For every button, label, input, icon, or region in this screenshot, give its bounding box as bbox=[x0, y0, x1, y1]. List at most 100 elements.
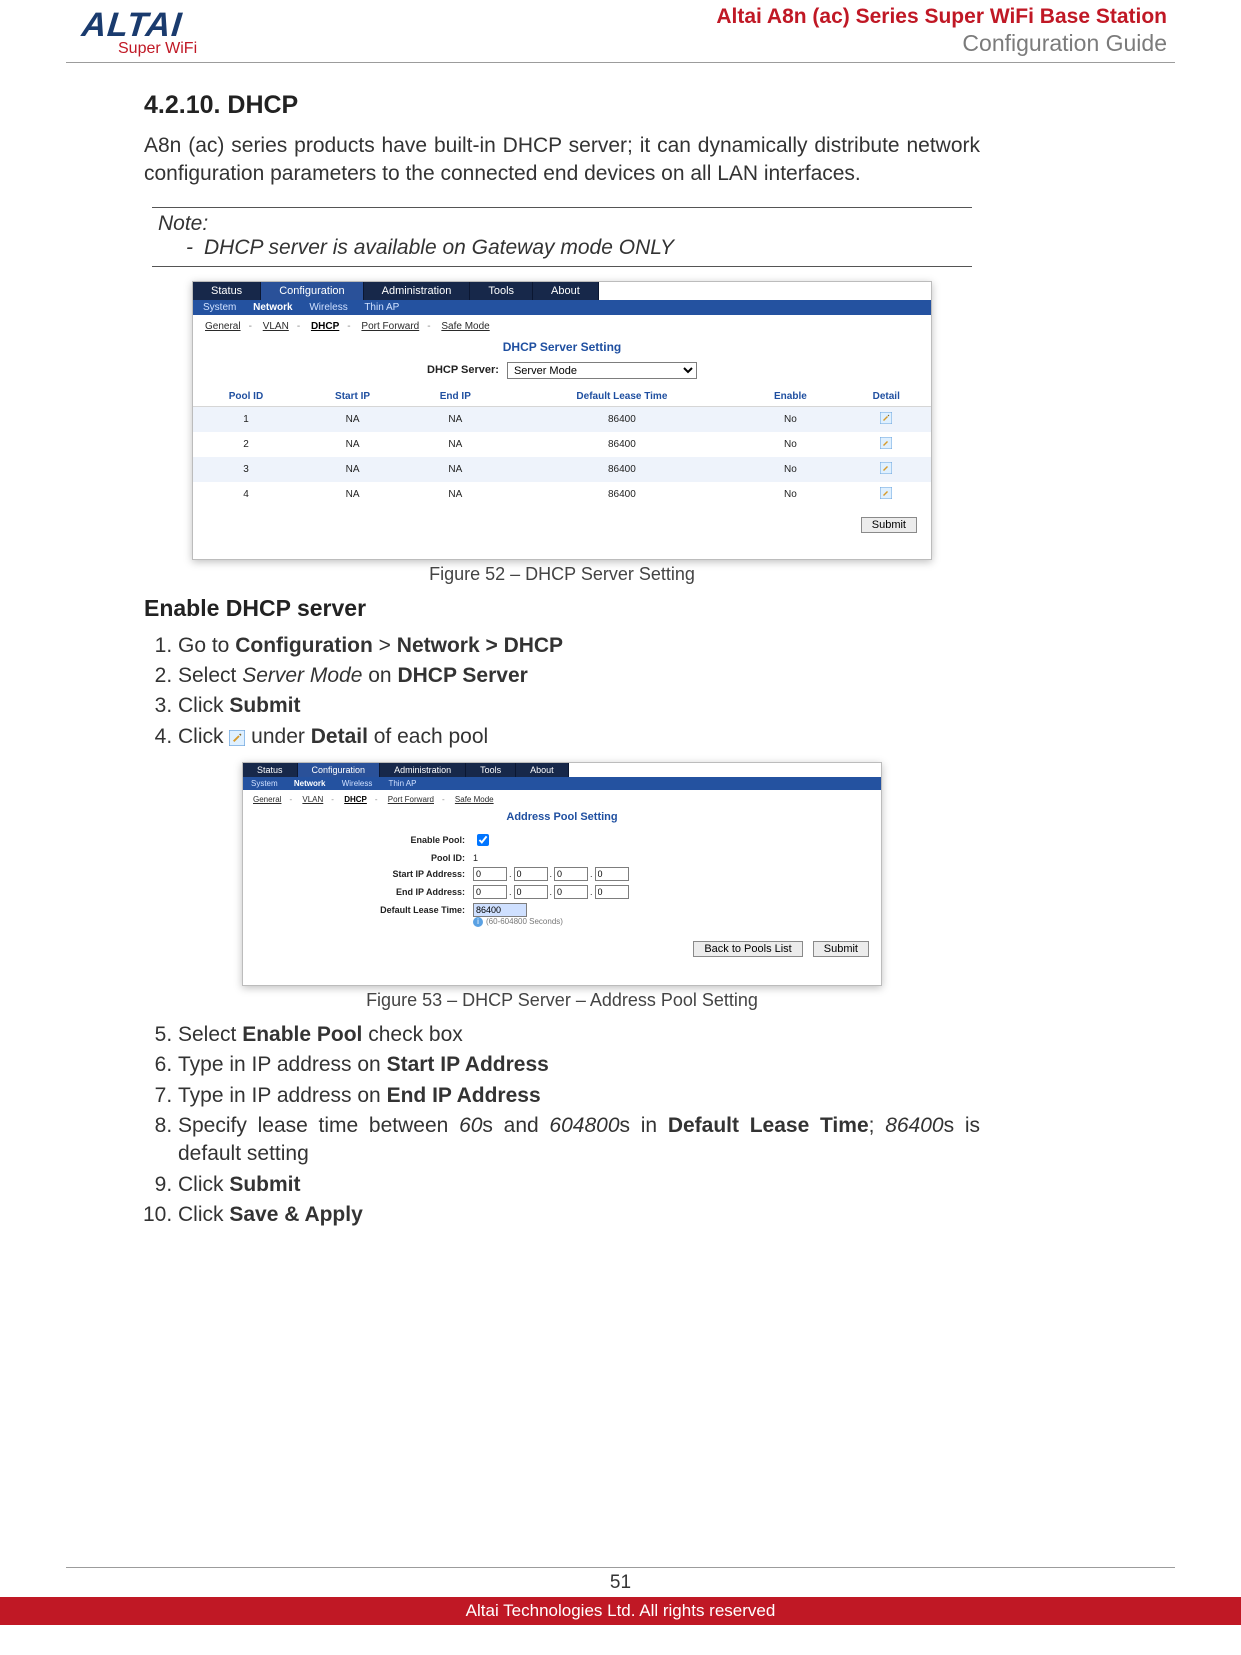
tab-configuration[interactable]: Configuration bbox=[261, 282, 363, 300]
edit-icon bbox=[229, 726, 245, 754]
lease-hint: i(60-604800 Seconds) bbox=[243, 917, 881, 927]
subnav-wireless[interactable]: Wireless bbox=[342, 779, 373, 788]
dhcp-server-row: DHCP Server: Server Mode bbox=[193, 360, 931, 387]
edit-icon[interactable] bbox=[880, 437, 892, 452]
tab-about[interactable]: About bbox=[533, 282, 599, 300]
doc-title: Altai A8n (ac) Series Super WiFi Base St… bbox=[716, 2, 1175, 58]
tab-status[interactable]: Status bbox=[243, 763, 298, 777]
page-header: ALTAI Super WiFi Altai A8n (ac) Series S… bbox=[66, 0, 1175, 63]
lease-input[interactable] bbox=[473, 903, 527, 917]
th-startip: Start IP bbox=[299, 387, 406, 407]
doc-title-line1: Altai A8n (ac) Series Super WiFi Base St… bbox=[716, 4, 1167, 30]
tab-tools[interactable]: Tools bbox=[466, 763, 516, 777]
enable-pool-label: Enable Pool: bbox=[243, 835, 473, 845]
step-8: Specify lease time between 60s and 60480… bbox=[178, 1112, 980, 1169]
crumb-safemode[interactable]: Safe Mode bbox=[441, 321, 489, 332]
start-ip-label: Start IP Address: bbox=[243, 869, 473, 879]
page-footer: 51 Altai Technologies Ltd. All rights re… bbox=[0, 1567, 1241, 1625]
table-row: 1 NA NA 86400 No bbox=[193, 406, 931, 432]
tab-tools[interactable]: Tools bbox=[470, 282, 533, 300]
crumb-vlan[interactable]: VLAN bbox=[302, 795, 323, 804]
pool-id-label: Pool ID: bbox=[243, 853, 473, 863]
crumb-portforward[interactable]: Port Forward bbox=[388, 795, 434, 804]
pool-id-value: 1 bbox=[473, 853, 881, 863]
fig53-panel: Status Configuration Administration Tool… bbox=[242, 762, 882, 986]
start-ip-3[interactable] bbox=[554, 867, 588, 881]
step-6: Type in IP address on Start IP Address bbox=[178, 1051, 980, 1079]
end-ip-1[interactable] bbox=[473, 885, 507, 899]
subnav-thinap[interactable]: Thin AP bbox=[388, 779, 416, 788]
note-label: Note: bbox=[158, 212, 966, 236]
lease-label: Default Lease Time: bbox=[243, 905, 473, 915]
crumb-dhcp[interactable]: DHCP bbox=[344, 795, 367, 804]
th-detail: Detail bbox=[841, 387, 931, 407]
content: 4.2.10. DHCP A8n (ac) series products ha… bbox=[144, 63, 980, 1229]
subnav-wireless[interactable]: Wireless bbox=[309, 302, 347, 313]
start-ip-2[interactable] bbox=[514, 867, 548, 881]
th-endip: End IP bbox=[406, 387, 504, 407]
doc-title-line2: Configuration Guide bbox=[716, 30, 1167, 58]
end-ip-4[interactable] bbox=[595, 885, 629, 899]
subnav-thinap[interactable]: Thin AP bbox=[364, 302, 399, 313]
tab-configuration[interactable]: Configuration bbox=[298, 763, 381, 777]
dhcp-server-select[interactable]: Server Mode bbox=[507, 362, 697, 379]
end-ip-inputs: ... bbox=[473, 885, 881, 899]
step-9: Click Submit bbox=[178, 1171, 980, 1199]
end-ip-3[interactable] bbox=[554, 885, 588, 899]
fig52-subnav: System Network Wireless Thin AP bbox=[193, 300, 931, 315]
crumb-portforward[interactable]: Port Forward bbox=[361, 321, 419, 332]
table-row: 4 NA NA 86400 No bbox=[193, 482, 931, 507]
start-ip-inputs: ... bbox=[473, 867, 881, 881]
copyright: Altai Technologies Ltd. All rights reser… bbox=[0, 1597, 1241, 1625]
crumb-vlan[interactable]: VLAN bbox=[263, 321, 289, 332]
tab-administration[interactable]: Administration bbox=[364, 282, 471, 300]
dhcp-server-label: DHCP Server: bbox=[427, 364, 499, 376]
fig52-crumbs: General- VLAN- DHCP- Port Forward- Safe … bbox=[193, 315, 931, 338]
subnav-system[interactable]: System bbox=[203, 302, 236, 313]
edit-icon[interactable] bbox=[880, 487, 892, 502]
th-poolid: Pool ID bbox=[193, 387, 299, 407]
th-lease: Default Lease Time bbox=[505, 387, 740, 407]
enable-heading: Enable DHCP server bbox=[144, 595, 980, 622]
section-heading: 4.2.10. DHCP bbox=[144, 91, 980, 120]
crumb-general[interactable]: General bbox=[205, 321, 241, 332]
step-2: Select Server Mode on DHCP Server bbox=[178, 662, 980, 690]
start-ip-1[interactable] bbox=[473, 867, 507, 881]
note-block: Note: DHCP server is available on Gatewa… bbox=[152, 207, 972, 267]
tab-administration[interactable]: Administration bbox=[380, 763, 466, 777]
crumb-safemode[interactable]: Safe Mode bbox=[455, 795, 494, 804]
steps-list-a: Go to Configuration > Network > DHCP Sel… bbox=[144, 632, 980, 754]
submit-button[interactable]: Submit bbox=[813, 941, 869, 957]
steps-list-b: Select Enable Pool check box Type in IP … bbox=[144, 1021, 980, 1229]
subnav-network[interactable]: Network bbox=[294, 779, 326, 788]
table-row: 2 NA NA 86400 No bbox=[193, 432, 931, 457]
logo-main: ALTAI bbox=[80, 8, 184, 42]
step-5: Select Enable Pool check box bbox=[178, 1021, 980, 1049]
fig52-title: DHCP Server Setting bbox=[193, 338, 931, 360]
end-ip-2[interactable] bbox=[514, 885, 548, 899]
edit-icon[interactable] bbox=[880, 412, 892, 427]
fig52-panel: Status Configuration Administration Tool… bbox=[192, 281, 932, 560]
table-row: 3 NA NA 86400 No bbox=[193, 457, 931, 482]
crumb-dhcp[interactable]: DHCP bbox=[311, 321, 339, 332]
back-button[interactable]: Back to Pools List bbox=[693, 941, 802, 957]
subnav-system[interactable]: System bbox=[251, 779, 278, 788]
step-7: Type in IP address on End IP Address bbox=[178, 1082, 980, 1110]
tab-status[interactable]: Status bbox=[193, 282, 261, 300]
step-10: Click Save & Apply bbox=[178, 1201, 980, 1229]
crumb-general[interactable]: General bbox=[253, 795, 281, 804]
note-item: DHCP server is available on Gateway mode… bbox=[158, 236, 966, 260]
submit-button[interactable]: Submit bbox=[861, 517, 917, 533]
step-1: Go to Configuration > Network > DHCP bbox=[178, 632, 980, 660]
start-ip-4[interactable] bbox=[595, 867, 629, 881]
edit-icon[interactable] bbox=[880, 462, 892, 477]
enable-pool-checkbox[interactable] bbox=[477, 834, 489, 846]
tab-about[interactable]: About bbox=[516, 763, 569, 777]
section-intro: A8n (ac) series products have built-in D… bbox=[144, 132, 980, 189]
fig52-tabs: Status Configuration Administration Tool… bbox=[193, 282, 931, 300]
subnav-network[interactable]: Network bbox=[253, 302, 292, 313]
end-ip-label: End IP Address: bbox=[243, 887, 473, 897]
fig52-caption: Figure 52 – DHCP Server Setting bbox=[144, 564, 980, 585]
address-pool-form: Enable Pool: Pool ID: 1 Start IP Address… bbox=[243, 829, 881, 919]
step-4: Click under Detail of each pool bbox=[178, 723, 980, 754]
